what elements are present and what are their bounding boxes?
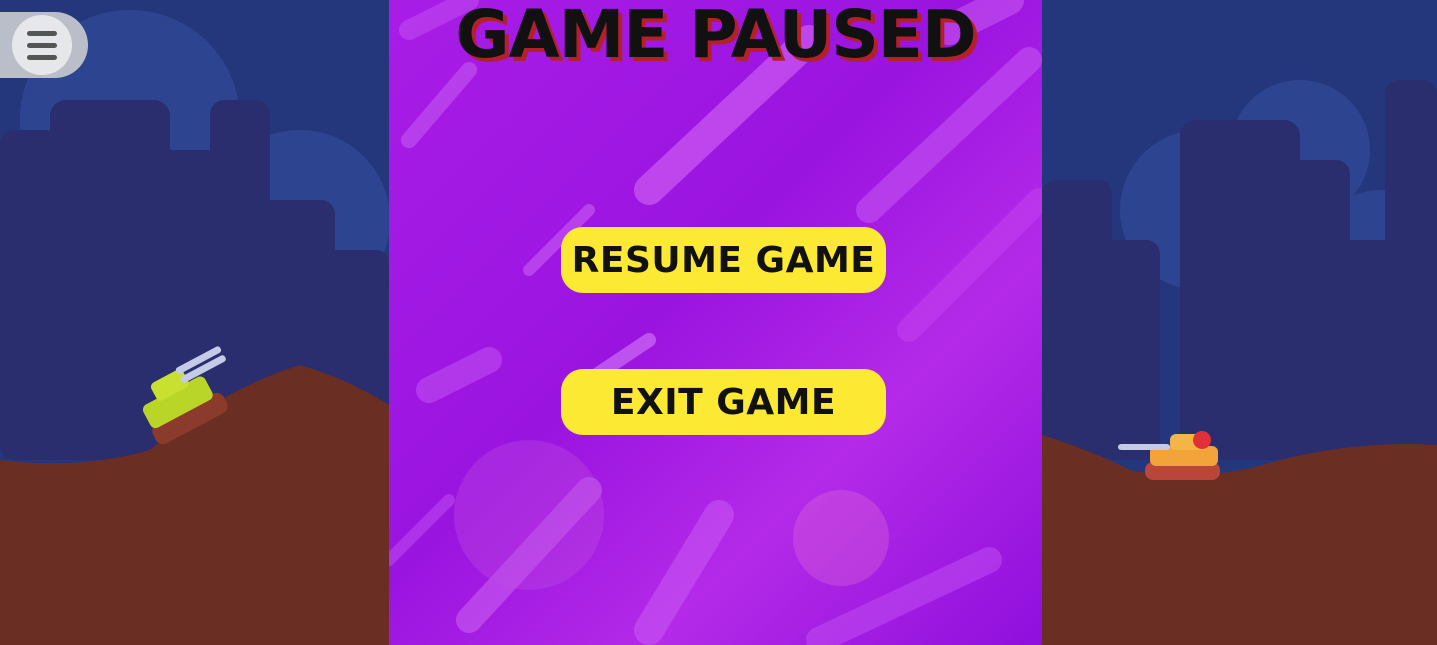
pause-menu-panel: GAME PAUSED RESUME GAME EXIT GAME bbox=[389, 0, 1042, 645]
menu-line bbox=[27, 43, 57, 48]
pause-title: GAME PAUSED bbox=[455, 0, 976, 73]
menu-button[interactable] bbox=[0, 12, 88, 78]
resume-game-button[interactable]: RESUME GAME bbox=[561, 227, 886, 293]
hamburger-menu-icon bbox=[12, 15, 72, 75]
menu-line bbox=[27, 55, 57, 60]
menu-line bbox=[27, 31, 57, 36]
exit-game-button[interactable]: EXIT GAME bbox=[561, 369, 886, 435]
panel-stripes bbox=[389, 0, 1042, 645]
